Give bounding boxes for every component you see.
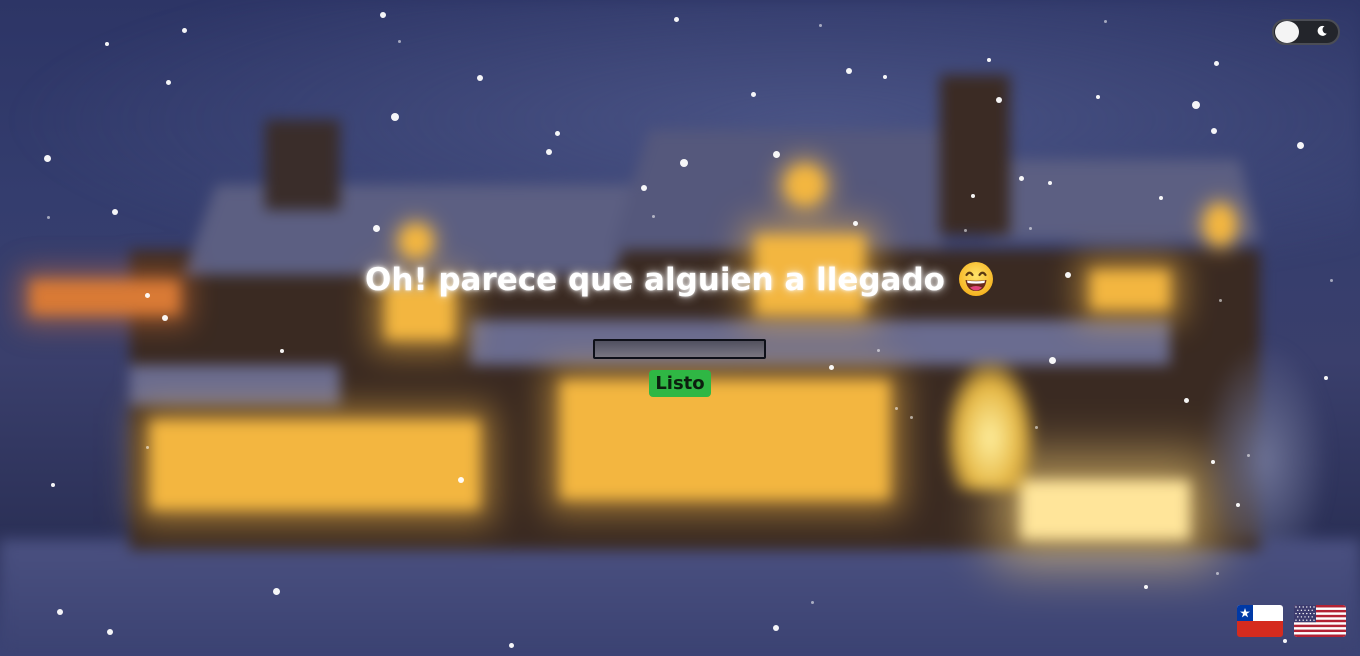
snowflake [1211,128,1217,134]
landing-page: Oh! parece que alguien a llegado Listo [0,0,1360,656]
snowflake [651,214,655,218]
snowflake [1283,639,1287,643]
snowflake [1048,181,1052,185]
snowflake [773,625,779,631]
snowflake [876,348,880,352]
usa-flag-icon[interactable] [1294,605,1346,637]
snowflake [508,642,514,648]
snowflake [1215,571,1219,575]
snowflake [1296,141,1304,149]
snowflake [1034,425,1038,429]
background-image [0,0,1360,656]
snowflake [1159,196,1163,200]
snowflake [272,587,280,595]
snowflake [1183,397,1189,403]
snowflake [987,58,991,62]
snowflake [165,79,171,85]
moon-icon [1317,25,1327,36]
ready-button[interactable]: Listo [649,370,711,397]
snowflake [1048,356,1056,364]
snowflake [46,215,50,219]
snowflake [673,16,679,22]
snowflake [162,315,168,321]
snowflake [112,209,118,215]
welcome-heading-text: Oh! parece que alguien a llegado [365,262,945,298]
dark-mode-toggle[interactable] [1272,19,1340,45]
snowflake [1246,453,1250,457]
snowflake [1192,101,1200,109]
snowflake [1018,175,1024,181]
snowflake [181,27,187,33]
name-input[interactable] [593,339,766,359]
snowflake [51,483,55,487]
snowflake [996,97,1002,103]
snowflake [1103,19,1107,23]
snowflake [57,609,63,615]
snowflake [397,39,401,43]
snowflake [641,185,647,191]
snowflake [1144,585,1148,589]
snowflake [280,349,284,353]
snowflake [477,75,483,81]
toggle-knob [1275,21,1299,43]
snowflake [1096,95,1100,99]
snowflake [145,445,149,449]
welcome-heading: Oh! parece que alguien a llegado [0,261,1360,301]
snowflake [1028,226,1032,230]
snowflake [883,75,887,79]
snowflake [971,194,975,198]
snowflake [818,23,822,27]
snowflake [680,159,688,167]
snowflake [1213,60,1219,66]
snowflake [810,600,814,604]
snowflake [546,149,552,155]
snowflake [1324,376,1328,380]
snowflake [894,406,898,410]
snowflake [909,415,913,419]
snowflake [43,154,51,162]
snowflake [391,113,399,121]
snowflake [380,12,386,18]
snowflake [846,68,852,74]
snowflake [852,220,858,226]
snowflake [458,477,464,483]
chile-flag-icon[interactable] [1237,605,1283,637]
snowflake [105,42,109,46]
snowflake [828,364,834,370]
snowflake [750,91,756,97]
snowflake [1211,460,1215,464]
snowflake [554,130,560,136]
snowflake [963,228,967,232]
snowflake [372,224,380,232]
snowflake [772,150,780,158]
grinning-face-icon [958,261,993,296]
snowflake [107,629,113,635]
snowflake [1236,503,1240,507]
